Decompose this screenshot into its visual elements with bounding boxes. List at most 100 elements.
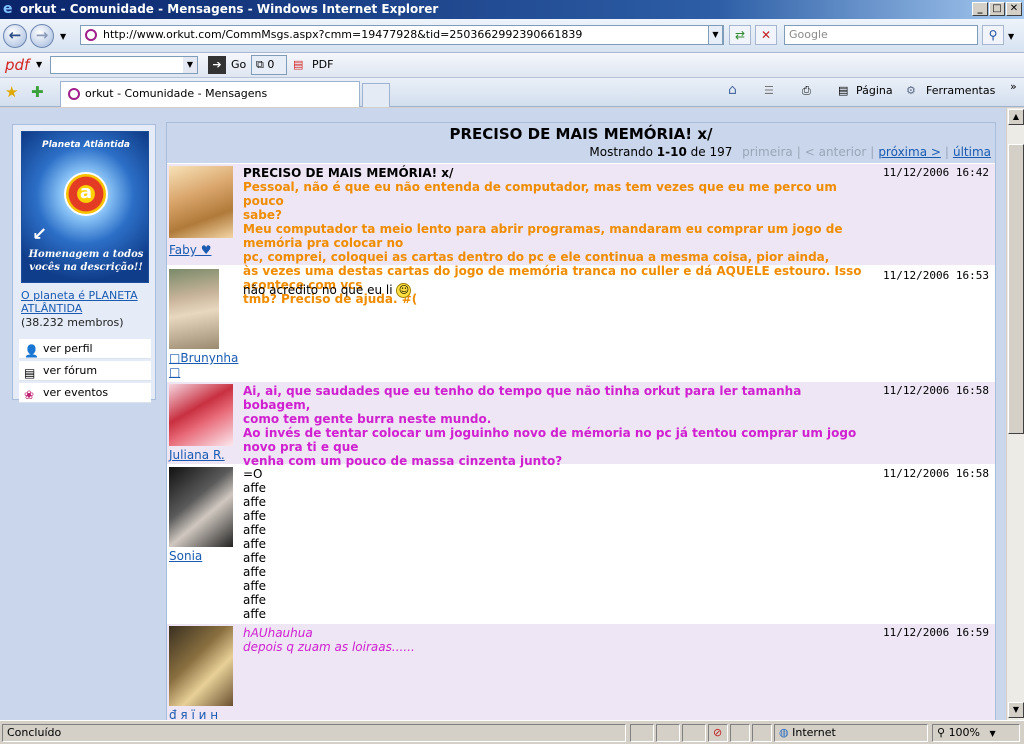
pagination: Mostrando 1-10 de 197 primeira | < anterio… <box>589 145 991 159</box>
maximize-button[interactable]: □ <box>989 2 1005 16</box>
orkut-favicon-icon <box>68 88 80 100</box>
message-board: PRECISO DE MAIS MEMÓRIA! x/ Mostrando 1-… <box>166 122 996 720</box>
window-title: orkut - Comunidade - Mensagens - Windows… <box>20 2 439 16</box>
pdf-combo-input[interactable]: ▼ <box>50 56 198 74</box>
post-timestamp: 11/12/2006 16:58 <box>883 384 989 397</box>
avatar[interactable] <box>169 384 233 446</box>
globe-icon: ◍ <box>779 726 789 739</box>
feeds-icon[interactable]: ☰ <box>764 84 774 97</box>
chevron-down-icon[interactable]: ▼ <box>990 729 996 738</box>
planeta-logo-icon: a <box>64 172 108 216</box>
status-slot <box>730 724 750 742</box>
favorites-star-icon[interactable]: ★ <box>5 83 18 101</box>
search-icon[interactable]: ⚲ <box>982 25 1004 45</box>
search-options-icon[interactable]: ▼ <box>1008 32 1014 41</box>
go-arrow-icon[interactable]: ➔ <box>208 56 226 74</box>
pdf-file-icon: ▤ <box>293 58 304 71</box>
chevron-more-icon[interactable]: » <box>1010 80 1017 93</box>
author-link[interactable]: đ я ї и н <box>169 708 218 720</box>
author-link[interactable]: Faby ♥ <box>169 243 211 257</box>
page-menu-icon: ▤ <box>838 84 849 97</box>
view-events-link[interactable]: ❀ ver eventos <box>19 383 151 403</box>
tab-orkut-messages[interactable]: orkut - Comunidade - Mensagens <box>60 81 360 107</box>
chevron-down-icon[interactable]: ▼ <box>183 57 197 73</box>
smiley-icon: ☺ <box>396 283 412 298</box>
tab-bar: ★ ✚ orkut - Comunidade - Mensagens ⌂ ☰ ⎙… <box>0 78 1024 107</box>
view-profile-link[interactable]: 👤 ver perfil <box>19 339 151 359</box>
forward-button[interactable]: → <box>30 24 54 48</box>
refresh-icon[interactable]: ⇄ <box>729 25 751 45</box>
community-image-caption: Homenagem a todos vocês na descrição!! <box>28 249 144 273</box>
address-input[interactable]: http://www.orkut.com/CommMsgs.aspx?cmm=1… <box>80 25 724 45</box>
gear-icon: ⚙ <box>906 84 916 97</box>
post-body: não acredito no que eu li ☺ <box>243 283 863 298</box>
board-header: PRECISO DE MAIS MEMÓRIA! x/ Mostrando 1-… <box>167 123 995 163</box>
community-logo-text: Planeta Atlântida <box>41 140 131 150</box>
avatar[interactable] <box>169 467 233 547</box>
community-name-link[interactable]: O planeta é PLANETA ATLÂNTIDA <box>21 289 151 315</box>
author-link[interactable]: □Brunynha □ <box>169 351 241 379</box>
zoom-control[interactable]: ⚲ 100% ▼ <box>932 724 1020 742</box>
view-forum-link[interactable]: ▤ ver fórum <box>19 361 151 381</box>
community-photo[interactable]: Planeta Atlântida a ↙ Homenagem a todos … <box>21 131 149 283</box>
home-icon[interactable]: ⌂ <box>728 82 737 98</box>
member-count: (38.232 membros) <box>21 316 124 329</box>
post-body: Ai, ai, que saudades que eu tenho do tem… <box>243 384 861 468</box>
address-toolbar: ← → ▼ http://www.orkut.com/CommMsgs.aspx… <box>0 19 1024 53</box>
author-link[interactable]: Juliana R. <box>169 448 225 462</box>
scroll-down-icon[interactable]: ▼ <box>1008 702 1024 718</box>
message-post: Juliana R. 11/12/2006 16:58 Ai, ai, que … <box>167 382 995 468</box>
new-tab-button[interactable] <box>362 83 390 107</box>
status-slot <box>656 724 680 742</box>
scroll-thumb[interactable] <box>1008 144 1024 434</box>
vertical-scrollbar[interactable]: ▲ ▼ <box>1006 108 1024 720</box>
add-favorite-icon[interactable]: ✚ <box>31 83 44 101</box>
tools-menu[interactable]: Ferramentas <box>926 84 995 97</box>
post-timestamp: 11/12/2006 16:58 <box>883 467 989 480</box>
balloons-icon: ❀ <box>24 388 35 402</box>
status-bar: Concluído ⊘ ◍ Internet ⚲ 100% ▼ <box>0 720 1024 744</box>
avatar[interactable] <box>169 166 233 238</box>
post-body: =O affe affe affe affe affe affe affe af… <box>243 467 267 621</box>
avatar[interactable] <box>169 626 233 706</box>
status-slot <box>752 724 772 742</box>
pdf-logo[interactable]: pdf <box>5 56 29 74</box>
orkut-favicon-icon <box>85 29 97 41</box>
message-post: đ я ї и н 11/12/2006 16:59 hAUhauhua dep… <box>167 624 995 720</box>
post-timestamp: 11/12/2006 16:59 <box>883 626 989 639</box>
popup-counter[interactable]: ⧉ 0 <box>251 55 287 75</box>
forum-icon: ▤ <box>24 366 36 380</box>
security-zone[interactable]: ◍ Internet <box>774 724 928 742</box>
history-dropdown-icon[interactable]: ▼ <box>60 32 66 41</box>
page-menu[interactable]: Página <box>856 84 893 97</box>
arrow-icon: ↙ <box>32 224 48 245</box>
person-icon: 👤 <box>24 344 39 358</box>
message-post: □Brunynha □ 11/12/2006 16:53 não acredit… <box>167 267 995 381</box>
back-button[interactable]: ← <box>3 24 27 48</box>
go-button[interactable]: Go <box>231 58 246 71</box>
stop-icon[interactable]: ✕ <box>755 25 777 45</box>
print-icon[interactable]: ⎙ <box>802 84 811 98</box>
post-timestamp: 11/12/2006 16:42 <box>883 166 989 179</box>
message-post: Sonia 11/12/2006 16:58 =O affe affe affe… <box>167 465 995 623</box>
close-button[interactable]: ✕ <box>1006 2 1022 16</box>
last-page-link[interactable]: última <box>953 145 991 159</box>
pdf-toolbar: pdf ▼ ▼ ➔ Go ⧉ 0 ▤ PDF <box>0 53 1024 78</box>
pdf-button[interactable]: PDF <box>312 58 333 71</box>
minimize-button[interactable]: _ <box>972 2 988 16</box>
avatar[interactable] <box>169 269 219 349</box>
scroll-up-icon[interactable]: ▲ <box>1008 109 1024 125</box>
first-page-link[interactable]: primeira <box>742 145 793 159</box>
status-slot <box>682 724 706 742</box>
popup-blocker-icon[interactable]: ⊘ <box>708 724 728 742</box>
next-page-link[interactable]: próxima > <box>878 145 941 159</box>
window-title-bar: e orkut - Comunidade - Mensagens - Windo… <box>0 0 1024 19</box>
address-dropdown-icon[interactable]: ▼ <box>708 25 723 45</box>
topic-title: PRECISO DE MAIS MEMÓRIA! x/ <box>449 125 713 143</box>
author-link[interactable]: Sonia <box>169 549 202 563</box>
post-timestamp: 11/12/2006 16:53 <box>883 269 989 282</box>
zoom-icon: ⚲ <box>937 726 946 739</box>
previous-page-link[interactable]: < anterior <box>805 145 866 159</box>
search-input[interactable]: Google <box>784 25 978 45</box>
pdf-menu-icon[interactable]: ▼ <box>36 60 42 69</box>
